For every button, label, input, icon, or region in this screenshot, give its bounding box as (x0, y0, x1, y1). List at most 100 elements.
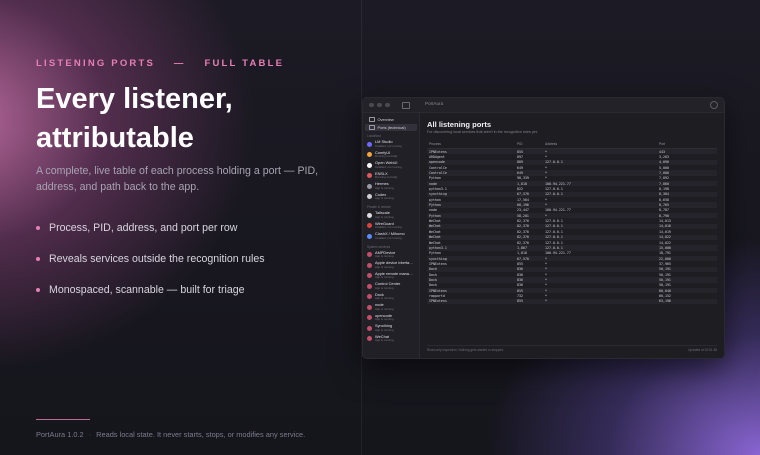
sidebar-service-item[interactable]: LM Studio Installed, not running (363, 139, 419, 150)
cell-process: Dock (429, 267, 437, 272)
table-row[interactable]: IPNExtens 855 * 60,040 (427, 287, 717, 294)
column-header-address[interactable]: Address (545, 142, 659, 146)
service-status: App is running (375, 296, 394, 301)
cell-address: 127.0.0.1 (545, 187, 563, 192)
title-line-2: attributable (36, 122, 194, 154)
sidebar-item-ports[interactable]: Ports (technical) (365, 124, 417, 131)
cell-pid: 82,370 (517, 229, 529, 234)
cell-pid: 889 (517, 160, 523, 165)
cell-process: Python (429, 176, 441, 181)
cell-address: * (545, 277, 547, 282)
cell-address: * (545, 213, 547, 218)
refresh-icon[interactable] (710, 101, 718, 109)
cell-port: 14,013 (659, 219, 671, 224)
cell-process: ARDAgent (429, 155, 445, 160)
sidebar-service-item[interactable]: Syncthing App is running (363, 323, 419, 334)
cell-address: * (545, 176, 547, 181)
column-header-port[interactable]: Port (659, 142, 717, 146)
bullet-dot-icon (36, 256, 40, 261)
cell-address: * (545, 256, 547, 261)
eyebrow-right: FULL TABLE (204, 58, 285, 69)
table-row[interactable]: Dock 836 * 50,191 (427, 266, 717, 272)
table-row[interactable]: Dock 836 * 50,191 (427, 272, 717, 277)
sidebar-service-item[interactable]: Apple remote mana… App is running (363, 271, 419, 282)
service-status: App is running (375, 254, 394, 259)
table-row[interactable]: python 17,564 * 8,658 (427, 197, 717, 202)
sidebar-service-item[interactable]: WeChat App is running (363, 334, 419, 345)
service-text: Dock App is running (375, 292, 394, 301)
table-row[interactable]: WeChat 82,370 127.0.0.1 14,019 (427, 229, 717, 234)
table-row[interactable]: ControlCe 649 * 7,000 (427, 170, 717, 176)
table-row[interactable]: node 23,447 100.94.221.77 8,787 (427, 208, 717, 213)
table-row[interactable]: Python 68,196 * 8,765 (427, 202, 717, 208)
cell-address: 127.0.0.1 (545, 160, 563, 165)
sidebar-service-item[interactable]: Tailscale App is running (363, 210, 419, 221)
ports-table[interactable]: IPNExtens 855 * 443 ARDAgent 897 * 3,283 opencod… (427, 149, 717, 345)
cell-pid: 82,370 (517, 219, 529, 224)
sidebar-service-item[interactable]: ENSLX Running normally (363, 171, 419, 182)
sidebar-service-item[interactable]: WireGuard Installed, not running (363, 221, 419, 232)
table-row[interactable]: rapportd 732 * 60,152 (427, 293, 717, 298)
column-header-process[interactable]: Process (427, 142, 517, 146)
table-row[interactable]: Python 58,201 * 8,790 (427, 213, 717, 219)
sidebar-toggle-icon[interactable] (401, 101, 410, 109)
sidebar-service-item[interactable]: opencode App is running (363, 313, 419, 324)
table-row[interactable]: WeChat 82,370 127.0.0.1 14,013 (427, 218, 717, 223)
sidebar-item-overview[interactable]: Overview (365, 116, 417, 123)
sidebar-service-item[interactable]: Hermes App is running (363, 181, 419, 192)
table-row[interactable]: ARDAgent 897 * 3,283 (427, 154, 717, 159)
sidebar-service-item[interactable]: Dock App is running (363, 292, 419, 303)
service-text: ComfyUI Running normally (375, 150, 398, 159)
table-row[interactable]: IPNExtens 855 * 37,965 (427, 261, 717, 266)
cell-port: 63,196 (659, 299, 671, 304)
cell-pid: 732 (517, 293, 523, 298)
column-header-pid[interactable]: PID (517, 142, 545, 146)
close-window-button[interactable] (369, 102, 374, 108)
table-row[interactable]: syncthing 67,570 127.0.0.1 8,384 (427, 191, 717, 198)
table-row[interactable]: WeChat 82,370 127.0.0.1 14,022 (427, 234, 717, 240)
table-row[interactable]: opencode 889 127.0.0.1 4,096 (427, 159, 717, 166)
sidebar-service-item[interactable]: Apple device interfa… App is running (363, 260, 419, 271)
sidebar-service-item[interactable]: Codex App is running (363, 192, 419, 203)
table-row[interactable]: syncthing 67,570 * 22,000 (427, 255, 717, 262)
table-row[interactable]: python3.1 822 127.0.0.1 8,198 (427, 186, 717, 191)
cell-process: node (429, 181, 437, 186)
table-row[interactable]: python3.1 1,867 127.0.0.1 15,000 (427, 245, 717, 251)
table-row[interactable]: WeChat 82,370 127.0.0.1 14,022 (427, 240, 717, 245)
cell-port: 7,892 (659, 176, 669, 181)
table-row[interactable]: IPNExtens 855 * 63,196 (427, 298, 717, 304)
table-row[interactable]: Python 1,818 100.94.221.77 18,791 (427, 251, 717, 256)
sidebar-service-item[interactable]: node App is running (363, 302, 419, 313)
table-row[interactable]: node 1,818 100.94.221.77 7,860 (427, 181, 717, 187)
cell-address: 127.0.0.1 (545, 224, 563, 229)
table-row[interactable]: Dock 836 * 50,191 (427, 277, 717, 283)
bullet-item: Process, PID, address, and port per row (36, 212, 356, 243)
table-row[interactable]: Dock 836 * 50,191 (427, 283, 717, 288)
table-row[interactable]: IPNExtens 855 * 443 (427, 149, 717, 155)
cell-address: 127.0.0.1 (545, 229, 563, 234)
status-note: Read-only inspection. Nothing gets start… (427, 348, 504, 352)
service-icon (367, 183, 372, 189)
service-text: ClashX / Mihomo Installed, not running (375, 232, 405, 240)
sidebar-service-item[interactable]: ComfyUI Running normally (363, 150, 419, 161)
service-text: Open WebUI Installed, not running (375, 161, 402, 169)
cell-port: 50,191 (659, 272, 671, 277)
minimize-window-button[interactable] (377, 102, 382, 108)
cell-port: 50,191 (659, 283, 671, 288)
table-row[interactable]: ControlCe 649 * 5,000 (427, 165, 717, 170)
service-icon (367, 152, 372, 158)
app-window: PortAura Overview Ports (technical) Loca… (362, 97, 725, 359)
cell-pid: 68,196 (517, 203, 529, 208)
service-status: App is running (375, 185, 394, 190)
sidebar: Overview Ports (technical) Localhost LM … (363, 113, 420, 358)
sidebar-service-item[interactable]: ClashX / Mihomo Installed, not running (363, 231, 419, 242)
table-row[interactable]: Python 98,339 * 7,892 (427, 176, 717, 181)
service-icon (367, 262, 372, 268)
zoom-window-button[interactable] (385, 102, 390, 108)
sidebar-service-item[interactable]: Control Center App is running (363, 281, 419, 292)
sidebar-service-item[interactable]: AMPDevice App is running (363, 250, 419, 261)
cell-port: 443 (659, 149, 665, 154)
sidebar-item-label: Ports (technical) (377, 125, 406, 130)
table-row[interactable]: WeChat 82,370 127.0.0.1 14,016 (427, 223, 717, 230)
sidebar-service-item[interactable]: Open WebUI Installed, not running (363, 160, 419, 171)
